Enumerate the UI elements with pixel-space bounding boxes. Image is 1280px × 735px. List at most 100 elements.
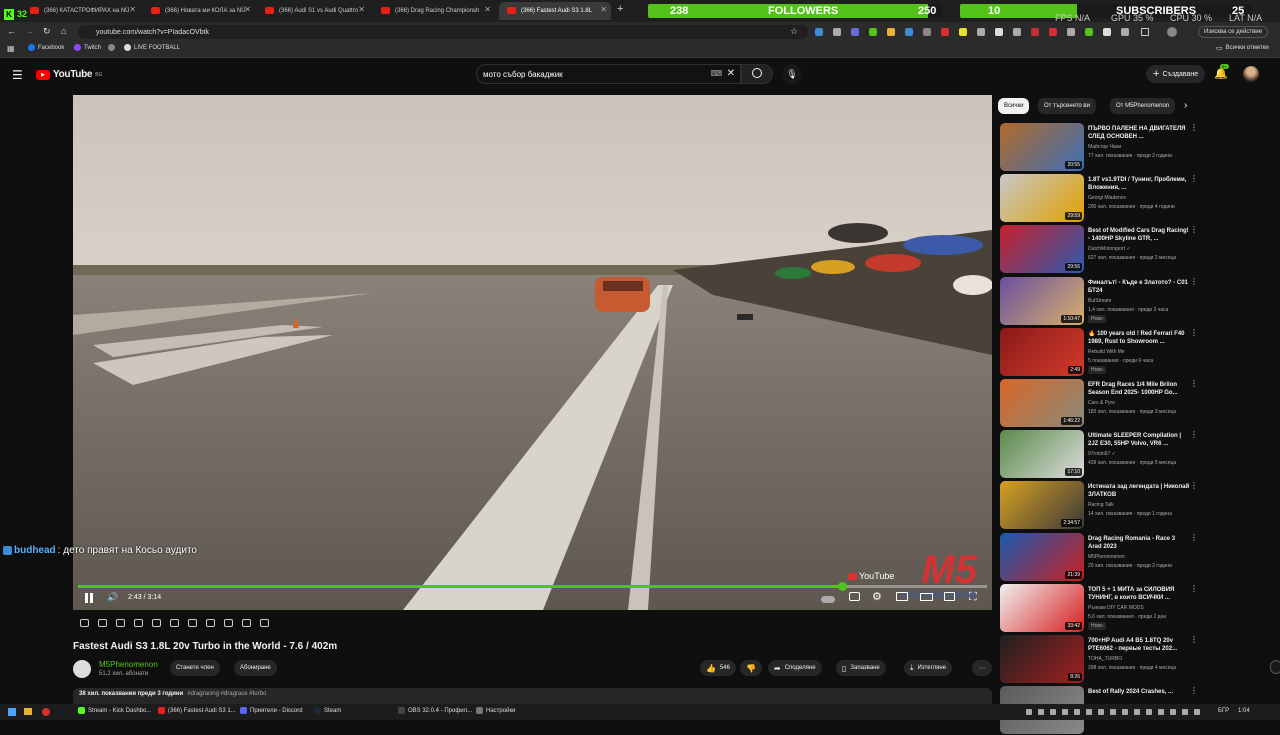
recommended-video[interactable]: 8:26 700+HP Audi A4 B5 1.8TQ 20v PTE6062 …: [1000, 635, 1200, 684]
more-options-icon[interactable]: ⋮: [1190, 123, 1198, 132]
side-scroll-button[interactable]: [1270, 660, 1280, 674]
forward-icon[interactable]: →: [25, 26, 34, 36]
tray-icon[interactable]: [1146, 709, 1152, 715]
bookmark-item[interactable]: LIVE FOOTBALL: [124, 44, 180, 51]
filter-chip[interactable]: Всички: [998, 98, 1030, 114]
apps-grid-icon[interactable]: ▦: [7, 44, 15, 53]
close-tab-icon[interactable]: ✕: [244, 5, 251, 14]
video-player[interactable]: M5 PHENOMENON YouTube 🔊 2:43 / 3:14 ⚙ ⛶: [73, 95, 992, 610]
browser-tab[interactable]: (366) КАТАСТРОФИРАХ на NÜ ✕: [22, 2, 140, 20]
channel-avatar[interactable]: [73, 660, 91, 678]
extension-icon[interactable]: [1031, 28, 1039, 36]
extension-icon[interactable]: [1121, 28, 1129, 36]
more-options-icon[interactable]: ⋮: [1190, 481, 1198, 490]
tray-icon[interactable]: [1194, 709, 1200, 715]
tray-icon[interactable]: [1086, 709, 1092, 715]
progress-scrubber[interactable]: [837, 582, 847, 591]
tray-icon[interactable]: [1026, 709, 1032, 715]
subscribe-button[interactable]: Абониране: [234, 660, 277, 676]
back-icon[interactable]: ←: [7, 26, 16, 36]
channel-name[interactable]: Cars & Pyro: [1088, 400, 1115, 406]
close-tab-icon[interactable]: ✕: [129, 5, 136, 14]
search-button[interactable]: [741, 64, 773, 84]
bookmark-item[interactable]: Facebook: [28, 44, 64, 51]
miniplayer-icon[interactable]: [896, 592, 908, 601]
browser-tab[interactable]: (366) Новата ми КОЛА за NÜ ✕: [143, 2, 255, 20]
bookmark-star-icon[interactable]: ☆: [790, 26, 798, 37]
clock[interactable]: 1:04: [1238, 708, 1250, 714]
settings-gear-icon[interactable]: ⚙: [872, 590, 882, 603]
close-tab-icon[interactable]: ✕: [600, 5, 607, 14]
video-title[interactable]: Best of Rally 2024 Crashes, ...: [1088, 688, 1190, 696]
share-button[interactable]: ➦ Споделяне: [768, 660, 822, 676]
extension-icon[interactable]: [1103, 28, 1111, 36]
video-title[interactable]: Истината зад легендата | Николай ЗЛАТКОВ: [1088, 483, 1190, 499]
profile-icon[interactable]: [1167, 27, 1177, 37]
channel-name[interactable]: DutchMotorsport ✓: [1088, 246, 1131, 252]
taskbar-app[interactable]: (366) Fastest Audi S3 1...: [158, 707, 236, 714]
voice-search-button[interactable]: 🎙: [782, 64, 802, 84]
video-thumbnail[interactable]: 2:34:57: [1000, 481, 1084, 530]
video-thumbnail[interactable]: 17:10: [1000, 430, 1084, 479]
more-options-icon[interactable]: ⋮: [1190, 225, 1198, 234]
video-title[interactable]: Best of Modified Cars Drag Racing! - 140…: [1088, 227, 1190, 243]
video-title[interactable]: ТОП 5 + 1 МИТА за СИЛОВИЯ ТУНИНГ, в коит…: [1088, 586, 1190, 602]
tray-icon[interactable]: [1038, 709, 1044, 715]
extension-icon[interactable]: [977, 28, 985, 36]
more-options-icon[interactable]: ⋮: [1190, 174, 1198, 183]
video-title[interactable]: Drag Racing Romania - Race 3 Arad 2023: [1088, 535, 1190, 551]
loop-icon[interactable]: [80, 619, 89, 627]
extension-icon[interactable]: [1067, 28, 1075, 36]
video-title[interactable]: ПЪРВО ПАЛЕНЕ НА ДВИГАТЕЛЯ СЛЕД ОСНОВЕН .…: [1088, 125, 1190, 141]
speed-icon[interactable]: [188, 619, 197, 627]
notifications-button[interactable]: 🔔 9+: [1214, 64, 1229, 80]
theater-mode-icon[interactable]: [920, 593, 933, 601]
more-options-icon[interactable]: ⋮: [1190, 379, 1198, 388]
progress-bar[interactable]: [78, 585, 987, 588]
extension-icon[interactable]: [833, 28, 841, 36]
dislike-button[interactable]: 👎: [740, 660, 762, 676]
extension-icon[interactable]: [1013, 28, 1021, 36]
channel-name[interactable]: Майстор Чани: [1088, 144, 1121, 150]
channel-name[interactable]: Рънкам DIY CAR MODS: [1088, 605, 1144, 611]
tray-icon[interactable]: [1074, 709, 1080, 715]
video-thumbnail[interactable]: 29:56: [1000, 225, 1084, 274]
tray-icon[interactable]: [1122, 709, 1128, 715]
frame-icon[interactable]: [134, 619, 143, 627]
recommended-video[interactable]: 2:49 🔥 100 years old ! Red Ferrari F40 19…: [1000, 327, 1200, 377]
tray-icon[interactable]: [1182, 709, 1188, 715]
tray-icon[interactable]: [1110, 709, 1116, 715]
camera-icon[interactable]: [224, 619, 233, 627]
keyboard-icon[interactable]: ⌨: [710, 69, 722, 78]
tray-icon[interactable]: [1062, 709, 1068, 715]
channel-name[interactable]: 97robin97 ✓: [1088, 451, 1116, 457]
video-title[interactable]: 🔥 100 years old ! Red Ferrari F40 1989, …: [1088, 330, 1190, 346]
video-thumbnail[interactable]: 1:10:47: [1000, 276, 1084, 325]
tray-icon[interactable]: [1134, 709, 1140, 715]
gear-icon[interactable]: [260, 619, 269, 627]
clock-icon[interactable]: [170, 619, 179, 627]
save-button[interactable]: ▯ Запазване: [836, 660, 886, 676]
browser-tab[interactable]: (366) Audi S1 vs Audi Quattro ✕: [257, 2, 369, 20]
clear-search-icon[interactable]: ✕: [727, 68, 735, 79]
browser-tab[interactable]: (366) Fastest Audi S3 1.8L ✕: [499, 2, 611, 20]
extension-icon[interactable]: [815, 28, 823, 36]
cc-icon[interactable]: [242, 619, 251, 627]
extension-icon[interactable]: [851, 28, 859, 36]
video-thumbnail[interactable]: 2:49: [1000, 327, 1084, 376]
pip-icon[interactable]: [206, 619, 215, 627]
extension-icon[interactable]: [905, 28, 913, 36]
autoplay-toggle[interactable]: [821, 596, 835, 603]
youtube-logo[interactable]: ▶ YouTube BG: [36, 69, 102, 80]
taskbar-app[interactable]: OBS 32.0.4 - Профил...: [398, 707, 472, 714]
extension-icon[interactable]: [869, 28, 877, 36]
browser-tab[interactable]: (366) Drag Racing Championsh ✕: [373, 2, 495, 20]
start-icon[interactable]: [8, 708, 16, 716]
subtitles-icon[interactable]: [849, 592, 860, 601]
audio-icon[interactable]: [98, 619, 107, 627]
extension-icon[interactable]: [923, 28, 931, 36]
recommended-video[interactable]: 33:42 ТОП 5 + 1 МИТА за СИЛОВИЯ ТУНИНГ, в…: [1000, 583, 1200, 633]
channel-name[interactable]: M5Phenomenon: [99, 660, 158, 669]
recommended-video[interactable]: 20:55 ПЪРВО ПАЛЕНЕ НА ДВИГАТЕЛЯ СЛЕД ОСНО…: [1000, 123, 1200, 172]
video-title[interactable]: 1.8T vs1.9TDI / Тунинг, Проблеми, Вложен…: [1088, 176, 1190, 192]
